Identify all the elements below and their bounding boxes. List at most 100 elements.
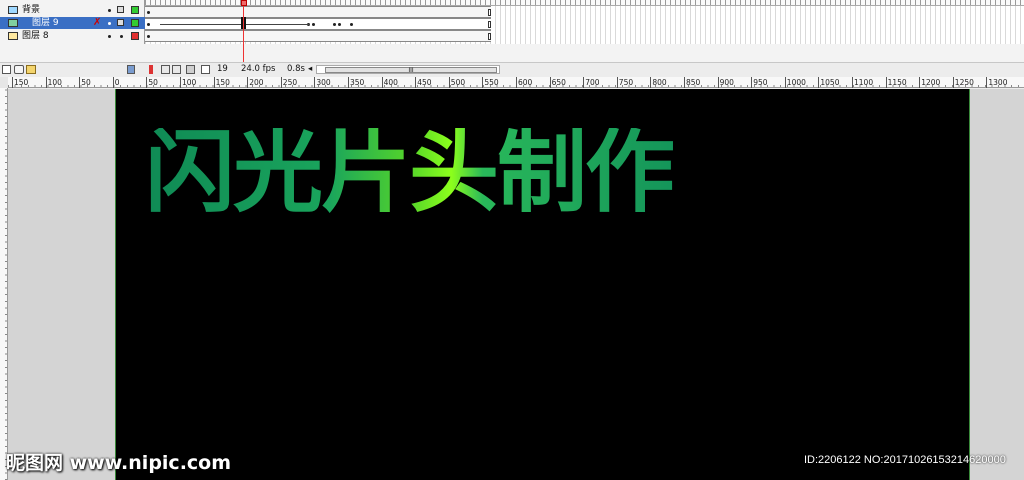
ruler-label: 700 <box>585 78 600 87</box>
keyframe-dot[interactable] <box>147 35 150 38</box>
visibility-dot[interactable] <box>108 9 111 12</box>
ruler-major-tick <box>583 77 585 88</box>
ruler-label: 500 <box>450 78 466 87</box>
ruler-major-tick <box>280 77 282 88</box>
ruler-major-tick <box>885 77 887 88</box>
ruler-label: 1000 <box>786 78 806 87</box>
watermark-id: ID:2206122 NO:20171026153214620000 <box>804 454 1006 466</box>
visibility-dot[interactable] <box>108 22 111 25</box>
ruler-label: 1200 <box>921 78 941 87</box>
folder-icon[interactable] <box>26 65 36 74</box>
ruler-label: 250 <box>282 78 298 87</box>
frame-grid[interactable] <box>145 0 1024 44</box>
ruler-label: 1150 <box>887 78 907 87</box>
ruler-major-tick <box>112 77 114 88</box>
frame-row-8[interactable] <box>145 30 491 42</box>
ruler-major-tick <box>784 77 786 88</box>
ruler-label: 1300 <box>988 78 1008 87</box>
keyframe-dot[interactable] <box>147 11 150 14</box>
ruler-major-tick <box>919 77 921 88</box>
ruler-label: 100 <box>47 78 62 87</box>
ruler-major-tick <box>684 77 685 88</box>
keyframe-dot[interactable] <box>338 23 341 26</box>
lock-dot[interactable] <box>120 35 123 38</box>
ruler-major-tick <box>852 77 853 88</box>
timeline-panel: 背景 图层 9 ✗ 图层 8 <box>0 0 1024 64</box>
layer-icon <box>8 6 18 14</box>
stage-headline-text[interactable]: 闪光片头制作 <box>145 128 675 218</box>
layer-name: 背景 <box>22 5 41 15</box>
layer-row-background[interactable]: 背景 <box>0 4 145 16</box>
modify-onion-markers-icon[interactable] <box>201 65 210 74</box>
ruler-major-tick <box>818 77 820 88</box>
ruler-corner <box>0 77 8 88</box>
onion-skin-icon[interactable] <box>161 65 170 74</box>
layer-icon <box>8 32 18 40</box>
ruler-major-tick <box>717 77 719 88</box>
tween-line <box>160 24 310 25</box>
ruler-label: 900 <box>719 78 734 87</box>
ruler-major-tick <box>146 77 148 88</box>
timeline-scrollbar[interactable]: III <box>316 65 500 74</box>
layer-name: 图层 9 <box>32 18 59 28</box>
ruler-major-tick <box>314 77 316 88</box>
ruler-label: 300 <box>316 78 331 87</box>
ruler-major-tick <box>516 77 517 88</box>
ruler-label: 150 <box>215 78 230 87</box>
trash-icon[interactable] <box>127 65 135 74</box>
visibility-dot[interactable] <box>108 35 111 38</box>
ruler-label: 50 <box>81 78 91 87</box>
ruler-label: 1050 <box>820 78 840 87</box>
add-layer-icon[interactable] <box>2 65 11 74</box>
edit-multiple-frames-icon[interactable] <box>186 65 195 74</box>
layer-list: 背景 图层 9 ✗ 图层 8 <box>0 0 145 44</box>
ruler-major-tick <box>213 77 215 88</box>
keyframe-dot[interactable] <box>147 23 150 26</box>
ruler-major-tick <box>12 77 13 88</box>
scrollbar-thumb[interactable]: III <box>325 67 497 74</box>
add-motion-guide-icon[interactable] <box>14 65 24 74</box>
ruler-label: 950 <box>753 78 768 87</box>
onion-skin-outlines-icon[interactable] <box>172 65 181 74</box>
frame-end-marker <box>488 33 491 40</box>
ruler-major-tick <box>650 77 652 88</box>
ruler-major-tick <box>415 77 417 88</box>
ruler-label: 100 <box>182 78 197 87</box>
layer-row-8[interactable]: 图层 8 <box>0 30 145 42</box>
keyframe-dot[interactable] <box>333 23 336 26</box>
lock-icon[interactable] <box>117 19 124 26</box>
ruler-label: 350 <box>350 78 365 87</box>
vertical-ruler[interactable] <box>0 88 8 480</box>
layer-color-swatch[interactable] <box>131 6 139 14</box>
lock-icon[interactable] <box>117 6 124 13</box>
ruler-major-tick <box>986 77 988 88</box>
ruler-label: 200 <box>249 78 264 87</box>
current-frame: 19 <box>217 64 228 74</box>
scroll-left-arrow[interactable]: ◂ <box>305 64 315 75</box>
layer-icon <box>8 19 18 27</box>
layer-color-swatch[interactable] <box>131 19 139 27</box>
layer-row-9[interactable]: 图层 9 ✗ <box>0 17 145 29</box>
layer-color-swatch[interactable] <box>131 32 139 40</box>
ruler-label: 1100 <box>854 78 874 87</box>
frame-end-marker <box>488 9 491 16</box>
frame-rate[interactable]: 24.0 fps <box>238 64 278 75</box>
ruler-label: 750 <box>618 78 634 87</box>
ruler-major-tick <box>549 77 551 88</box>
ruler-label: 800 <box>652 78 667 87</box>
horizontal-ruler[interactable]: 150 100 50 0 50 100 150 200 250 300 350 400 450 500 55… <box>8 77 1024 88</box>
keyframe-dot[interactable] <box>312 23 315 26</box>
keyframe-dot[interactable] <box>350 23 353 26</box>
ruler-label: 600 <box>518 78 533 87</box>
playhead-line <box>243 6 244 64</box>
watermark-logo: 昵图网 www.nipic.com <box>6 452 232 474</box>
playhead-handle[interactable] <box>241 0 247 6</box>
ruler-label: 850 <box>686 78 701 87</box>
ruler-major-tick <box>381 77 383 88</box>
pencil-disabled-icon[interactable]: ✗ <box>93 17 101 29</box>
ruler-major-tick <box>751 77 753 88</box>
ruler-major-tick <box>348 77 349 88</box>
center-frame-icon[interactable] <box>149 65 153 74</box>
ruler-label: 650 <box>551 78 566 87</box>
frame-row-background[interactable] <box>145 6 491 18</box>
